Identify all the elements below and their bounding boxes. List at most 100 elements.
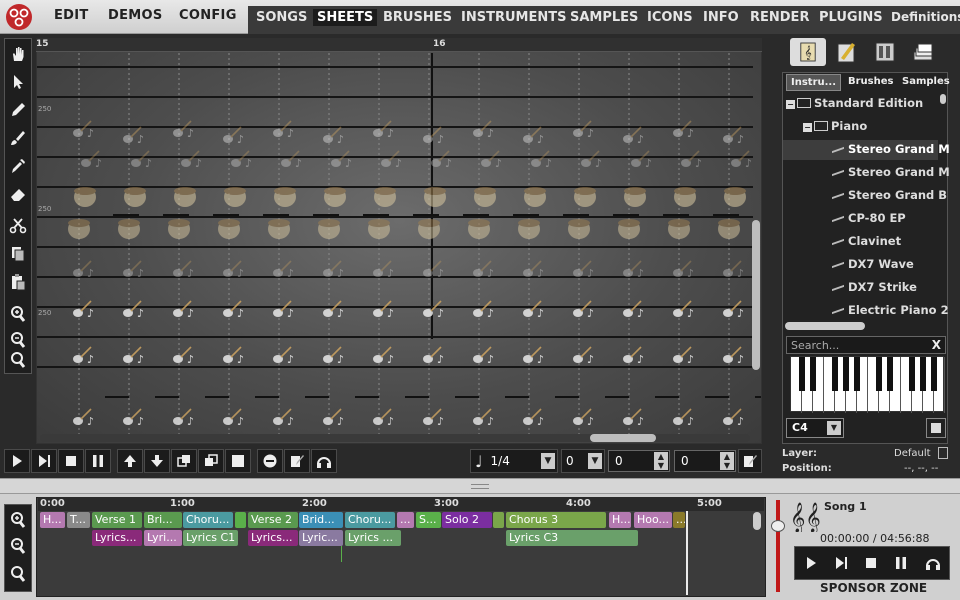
tab-icons[interactable]: ICONS <box>647 10 693 25</box>
drum-note-icon[interactable] <box>568 219 590 239</box>
tree-item[interactable]: Stereo Grand M <box>832 165 950 179</box>
tab-info[interactable]: INFO <box>703 10 739 25</box>
song-section-block[interactable]: Verse 2 <box>248 512 298 528</box>
note-duration-select[interactable]: ♩ 1/4 ▼ <box>470 449 558 473</box>
brush-icon[interactable] <box>7 127 29 149</box>
remove-icon[interactable] <box>257 449 283 473</box>
guitar-note-icon[interactable]: ♪ <box>531 150 552 170</box>
piano-black-key[interactable] <box>909 357 915 391</box>
instrument-palette-icon[interactable] <box>868 38 902 66</box>
tab-instruments[interactable]: INSTRUMENTS <box>461 10 566 25</box>
tab-brushes[interactable]: BRUSHES <box>383 10 452 25</box>
velocity-spinner[interactable]: 0 ▲ ▼ <box>608 450 670 472</box>
select-all-icon[interactable] <box>225 449 251 473</box>
drum-note-icon[interactable] <box>124 187 146 207</box>
guitar-note-icon[interactable]: ♪ <box>173 300 194 320</box>
drum-note-icon[interactable] <box>268 219 290 239</box>
note-properties-icon[interactable] <box>738 449 762 473</box>
spinner-arrows-icon[interactable]: ▲ ▼ <box>720 452 734 470</box>
tab-plugins[interactable]: PLUGINS <box>819 10 883 25</box>
drum-note-icon[interactable] <box>624 187 646 207</box>
piano-black-key[interactable] <box>876 357 882 391</box>
piano-black-key[interactable] <box>843 357 849 391</box>
lyrics-block[interactable]: Lyrics... <box>248 530 298 546</box>
song-section-block[interactable]: Bri... <box>144 512 182 528</box>
piano-options-button[interactable] <box>926 418 946 438</box>
menu-edit[interactable]: EDIT <box>54 8 89 23</box>
song-section-block[interactable]: Choru... <box>183 512 233 528</box>
drum-note-icon[interactable] <box>174 187 196 207</box>
guitar-note-icon[interactable]: ♪ <box>423 346 444 366</box>
guitar-note-icon[interactable]: ♪ <box>81 150 102 170</box>
menu-config[interactable]: CONFIG <box>179 8 237 23</box>
guitar-note-icon[interactable]: ♪ <box>623 346 644 366</box>
guitar-note-icon[interactable]: ♪ <box>273 346 294 366</box>
tree-item[interactable]: − Standard Edition <box>786 96 923 110</box>
drum-note-icon[interactable] <box>524 187 546 207</box>
tab-samples-library[interactable]: Samples <box>902 76 950 87</box>
bring-front-icon[interactable] <box>171 449 197 473</box>
clear-search-icon[interactable]: X <box>932 338 941 352</box>
drum-note-icon[interactable] <box>218 219 240 239</box>
stop-icon[interactable] <box>58 449 84 473</box>
lyrics-block[interactable]: Lyri... <box>144 530 182 546</box>
search-input[interactable]: Search... X <box>786 336 946 354</box>
piano-keyboard[interactable] <box>790 356 945 413</box>
guitar-note-icon[interactable]: ♪ <box>223 300 244 320</box>
song-pause-icon[interactable] <box>887 550 915 576</box>
tree-item[interactable]: Clavinet <box>832 234 901 248</box>
octave-select[interactable]: 0 ▼ <box>561 449 605 473</box>
pencil-icon[interactable] <box>7 99 29 121</box>
lyrics-block[interactable]: Lyrics... <box>92 530 142 546</box>
move-up-icon[interactable] <box>117 449 143 473</box>
layer-page-icon[interactable] <box>938 447 948 459</box>
pause-icon[interactable] <box>85 449 111 473</box>
song-section-block[interactable]: Choru... <box>345 512 395 528</box>
brush-palette-icon[interactable] <box>830 38 864 66</box>
guitar-note-icon[interactable]: ♪ <box>173 120 194 140</box>
zoom-out-icon[interactable] <box>7 329 29 351</box>
song-section-block[interactable]: T... <box>67 512 90 528</box>
tree-item[interactable]: CP-80 EP <box>832 211 906 225</box>
song-section-block[interactable]: Verse 1 <box>92 512 142 528</box>
guitar-note-icon[interactable]: ♪ <box>723 300 744 320</box>
guitar-note-icon[interactable]: ♪ <box>173 408 194 428</box>
guitar-note-icon[interactable]: ♪ <box>223 408 244 428</box>
guitar-note-icon[interactable]: ♪ <box>181 150 202 170</box>
guitar-note-icon[interactable]: ♪ <box>423 300 444 320</box>
guitar-note-icon[interactable]: ♪ <box>173 346 194 366</box>
sheet-vscroll-thumb[interactable] <box>752 220 760 370</box>
tab-sheets[interactable]: SHEETS <box>313 9 378 26</box>
tab-render[interactable]: RENDER <box>750 10 809 25</box>
drum-note-icon[interactable] <box>118 219 140 239</box>
copy-icon[interactable] <box>7 243 29 265</box>
guitar-note-icon[interactable]: ♪ <box>623 300 644 320</box>
guitar-note-icon[interactable]: ♪ <box>523 126 544 146</box>
drum-note-icon[interactable] <box>74 187 96 207</box>
guitar-note-icon[interactable]: ♪ <box>373 408 394 428</box>
song-headphones-icon[interactable] <box>919 550 947 576</box>
guitar-note-icon[interactable]: ♪ <box>573 120 594 140</box>
guitar-note-icon[interactable]: ♪ <box>373 300 394 320</box>
song-section-block[interactable]: Hoo... <box>634 512 672 528</box>
guitar-note-icon[interactable]: ♪ <box>231 150 252 170</box>
guitar-note-icon[interactable]: ♪ <box>123 300 144 320</box>
guitar-note-icon[interactable]: ♪ <box>473 408 494 428</box>
scissors-icon[interactable] <box>7 215 29 237</box>
guitar-note-icon[interactable]: ♪ <box>123 126 144 146</box>
collapse-icon[interactable]: − <box>803 123 812 132</box>
drum-note-icon[interactable] <box>374 187 396 207</box>
pointer-icon[interactable] <box>7 71 29 93</box>
song-zoom-out-icon[interactable] <box>7 535 29 557</box>
menu-demos[interactable]: DEMOS <box>108 8 163 23</box>
guitar-note-icon[interactable]: ♪ <box>723 126 744 146</box>
guitar-note-icon[interactable]: ♪ <box>673 346 694 366</box>
tab-definitions[interactable]: Definitions <box>891 10 960 24</box>
song-section-block[interactable]: Solo 2 <box>442 512 492 528</box>
eraser-icon[interactable] <box>7 183 29 205</box>
guitar-note-icon[interactable]: ♪ <box>473 346 494 366</box>
guitar-note-icon[interactable]: ♪ <box>623 408 644 428</box>
drum-note-icon[interactable] <box>318 219 340 239</box>
layer-value[interactable]: Default <box>894 448 931 459</box>
drum-note-icon[interactable] <box>668 219 690 239</box>
